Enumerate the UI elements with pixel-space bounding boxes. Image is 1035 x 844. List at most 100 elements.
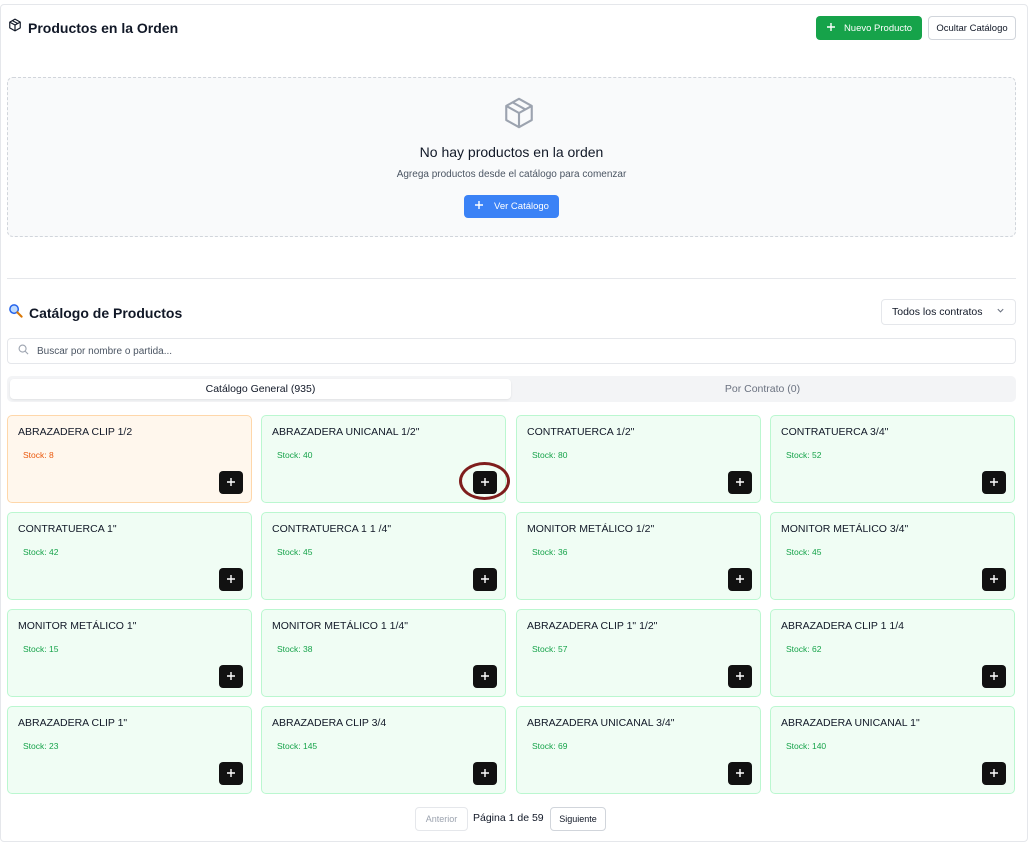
add-product-button[interactable] [473,762,497,785]
product-name: CONTRATUERCA 3/4" [781,426,889,438]
chevron-down-icon [996,306,1005,318]
product-card: MONITOR METÁLICO 1 1/4" Stock: 38 [261,609,506,697]
hide-catalog-button[interactable]: Ocultar Catálogo [928,16,1016,40]
next-page-button[interactable]: Siguiente [550,807,606,831]
plus-icon [989,474,999,492]
add-product-button[interactable] [219,568,243,591]
product-card: ABRAZADERA UNICANAL 3/4" Stock: 69 [516,706,761,794]
product-name: ABRAZADERA CLIP 3/4 [272,717,387,729]
section-divider [7,278,1016,279]
product-card: CONTRATUERCA 3/4" Stock: 52 [770,415,1015,503]
product-stock: Stock: 57 [532,644,568,654]
order-title: Productos en la Orden [28,19,179,36]
contract-filter-value: Todos los contratos [892,306,983,318]
product-stock: Stock: 15 [23,644,59,654]
plus-icon [735,571,745,589]
product-card: MONITOR METÁLICO 1" Stock: 15 [7,609,252,697]
order-header: Productos en la Orden [8,18,178,37]
add-product-button[interactable] [728,471,752,494]
catalog-title: Catálogo de Productos [29,305,183,321]
product-card: MONITOR METÁLICO 3/4" Stock: 45 [770,512,1015,600]
product-search [7,338,1016,364]
product-name: MONITOR METÁLICO 1/2" [527,523,655,535]
add-product-button[interactable] [982,471,1006,494]
product-stock: Stock: 23 [23,741,59,751]
add-product-button[interactable] [219,665,243,688]
empty-title: No hay productos en la orden [419,144,604,160]
product-stock: Stock: 36 [532,547,568,557]
product-card: ABRAZADERA CLIP 1/2 Stock: 8 [7,415,252,503]
plus-icon [735,474,745,492]
package-icon [8,18,22,37]
product-name: ABRAZADERA CLIP 1" 1/2" [527,620,658,632]
product-stock: Stock: 38 [277,644,313,654]
product-stock: Stock: 140 [786,741,827,751]
empty-subtitle: Agrega productos desde el catálogo para … [396,169,627,180]
plus-icon [226,571,236,589]
add-product-button[interactable] [728,762,752,785]
product-stock: Stock: 62 [786,644,822,654]
add-product-button[interactable] [982,665,1006,688]
product-name: ABRAZADERA CLIP 1" [18,717,128,729]
tab-by-contract[interactable]: Por Contrato (0) [512,379,1013,399]
product-name: CONTRATUERCA 1" [18,523,117,535]
product-name: ABRAZADERA UNICANAL 1" [781,717,920,729]
product-card: ABRAZADERA CLIP 1" Stock: 23 [7,706,252,794]
plus-icon [989,571,999,589]
add-product-button[interactable] [473,665,497,688]
view-catalog-button[interactable]: Ver Catálogo [464,195,559,218]
product-stock: Stock: 42 [23,547,59,557]
magnifier-icon [8,303,23,323]
product-name: ABRAZADERA UNICANAL 1/2" [272,426,420,438]
product-name: MONITOR METÁLICO 3/4" [781,523,909,535]
product-stock: Stock: 69 [532,741,568,751]
package-icon [502,96,536,135]
page-info: Página 1 de 59 [473,812,544,824]
product-name: MONITOR METÁLICO 1 1/4" [272,620,408,632]
plus-icon [226,765,236,783]
view-catalog-label: Ver Catálogo [494,201,549,212]
product-name: ABRAZADERA CLIP 1/2 [18,426,133,438]
add-product-button[interactable] [982,762,1006,785]
product-name: CONTRATUERCA 1 1 /4" [272,523,392,535]
add-product-button[interactable] [728,665,752,688]
product-card: ABRAZADERA CLIP 3/4 Stock: 145 [261,706,506,794]
plus-icon [989,668,999,686]
product-stock: Stock: 80 [532,450,568,460]
plus-icon [735,668,745,686]
add-product-button[interactable] [473,568,497,591]
previous-page-button[interactable]: Anterior [415,807,468,831]
product-stock: Stock: 8 [23,450,54,460]
product-card: ABRAZADERA UNICANAL 1" Stock: 140 [770,706,1015,794]
product-card: ABRAZADERA CLIP 1 1/4 Stock: 62 [770,609,1015,697]
tab-general-catalog[interactable]: Catálogo General (935) [10,379,511,399]
product-card: CONTRATUERCA 1" Stock: 42 [7,512,252,600]
plus-icon [826,22,836,35]
product-card: CONTRATUERCA 1/2" Stock: 80 [516,415,761,503]
search-icon [18,342,29,360]
product-name: MONITOR METÁLICO 1" [18,620,137,632]
product-name: ABRAZADERA CLIP 1 1/4 [781,620,904,632]
catalog-tabs: Catálogo General (935) Por Contrato (0) [7,376,1016,402]
product-card: MONITOR METÁLICO 1/2" Stock: 36 [516,512,761,600]
plus-icon [480,668,490,686]
product-stock: Stock: 145 [277,741,318,751]
add-product-button[interactable] [219,471,243,494]
plus-icon [735,765,745,783]
product-card: ABRAZADERA CLIP 1" 1/2" Stock: 57 [516,609,761,697]
search-input[interactable] [37,345,937,357]
product-stock: Stock: 52 [786,450,822,460]
product-stock: Stock: 45 [277,547,313,557]
contract-filter-select[interactable]: Todos los contratos [881,299,1016,325]
add-product-button[interactable] [982,568,1006,591]
plus-icon [226,474,236,492]
product-card: CONTRATUERCA 1 1 /4" Stock: 45 [261,512,506,600]
plus-icon [480,765,490,783]
add-product-button[interactable] [219,762,243,785]
product-name: ABRAZADERA UNICANAL 3/4" [527,717,675,729]
product-name: CONTRATUERCA 1/2" [527,426,635,438]
add-product-button[interactable] [728,568,752,591]
plus-icon [226,668,236,686]
new-product-button[interactable]: Nuevo Producto [816,16,922,40]
plus-icon [989,765,999,783]
